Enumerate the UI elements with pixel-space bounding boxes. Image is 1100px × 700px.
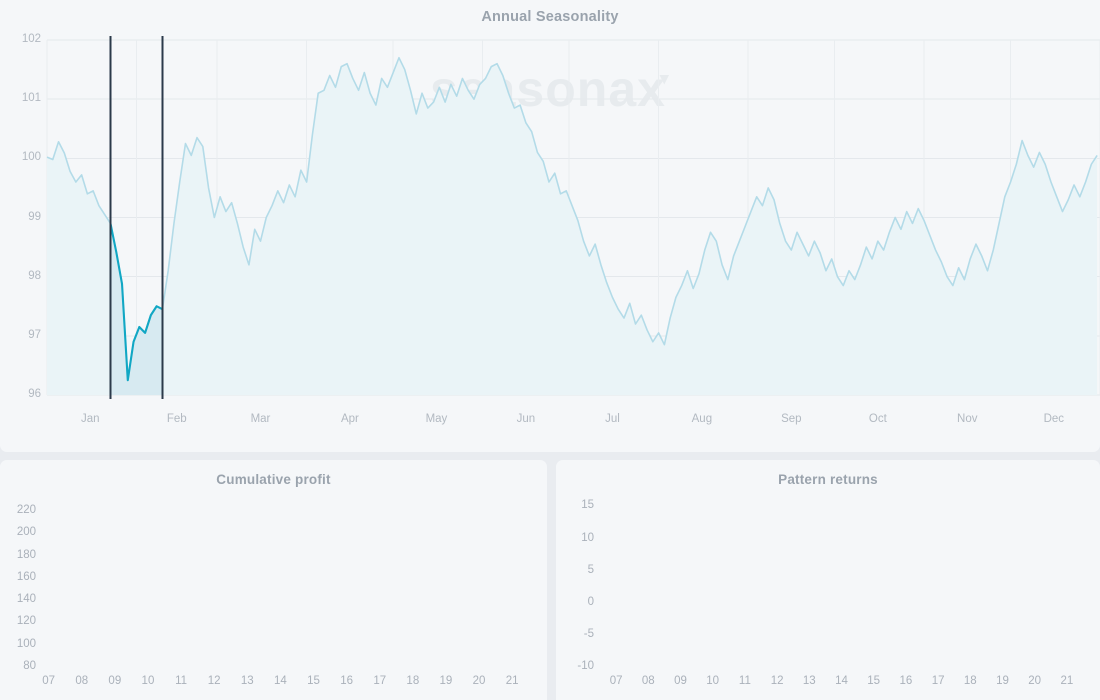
cumulative-y-tick-200: 200 [16,526,36,539]
cumulative-y-tick-120: 120 [16,615,36,628]
pattern-x-tick-16: 16 [899,675,913,687]
cumulative-x-tick-07: 07 [42,675,55,687]
seasonality-x-tick-mar: Mar [250,413,271,425]
cumulative-y-tick-220: 220 [16,504,36,517]
seasonality-y-tick-102: 102 [21,33,41,45]
seasonality-x-tick-nov: Nov [957,413,978,425]
seasonality-plot[interactable] [46,36,1100,399]
seasonality-x-tick-jun: Jun [516,413,536,425]
seasonality-x-tick-sep: Sep [781,413,802,425]
pattern-x-tick-19: 19 [996,675,1009,687]
pattern-y-tick-neg10: -10 [577,660,594,672]
seasonality-y-tick-99: 99 [28,210,41,223]
cumulative-x-tick-10: 10 [141,675,155,687]
seasonality-x-tick-jul: Jul [605,413,620,425]
pattern-x-tick-09: 09 [674,675,687,687]
pattern-x-tick-10: 10 [706,675,720,687]
cumulative-x-tick-15: 15 [307,675,320,687]
pattern-y-tick-neg5: -5 [583,627,594,640]
seasonality-y-tick-101: 101 [21,92,41,105]
cumulative-x-tick-16: 16 [340,675,353,687]
pattern-x-tick-18: 18 [963,675,977,687]
pattern-x-tick-07: 07 [609,675,623,687]
seasonality-y-tick-100: 100 [21,151,41,164]
cumulative-x-tick-13: 13 [240,675,254,687]
cumulative-x-tick-11: 11 [175,675,188,687]
pattern-x-tick-13: 13 [802,675,816,687]
seasonality-x-tick-apr: Apr [340,413,359,425]
cumulative-x-tick-17: 17 [373,675,387,687]
pattern-x-tick-08: 08 [641,675,655,687]
seasonality-y-tick-96: 96 [28,388,41,400]
pattern-returns-panel: Pattern returns 15 10 5 0 -5 -10 07 08 09 10 11 12 1… [556,460,1100,700]
cumulative-y-tick-180: 180 [16,548,36,561]
pattern-x-tick-15: 15 [867,675,881,687]
pattern-returns-title: Pattern returns [778,472,878,487]
cumulative-x-tick-08: 08 [75,675,89,687]
seasonality-x-tick-may: May [425,413,448,425]
cumulative-y-tick-100: 100 [16,637,36,650]
pattern-y-tick-5: 5 [587,563,594,576]
pattern-x-tick-11: 11 [738,675,751,687]
pattern-x-tick-12: 12 [770,675,784,687]
seasonality-x-tick-aug: Aug [691,413,713,425]
pattern-x-tick-17: 17 [931,675,945,687]
cumulative-x-tick-21: 21 [505,675,519,687]
cumulative-profit-panel: Cumulative profit 220 200 180 160 140 120 100 8… [0,460,547,700]
pattern-x-tick-20: 20 [1028,675,1042,687]
pattern-y-tick-15: 15 [581,499,594,512]
cumulative-x-tick-14: 14 [273,675,287,687]
cumulative-x-tick-09: 09 [108,675,122,687]
page-title: Annual Seasonality [481,9,619,25]
seasonality-x-tick-oct: Oct [868,413,887,425]
pattern-y-tick-0: 0 [587,595,594,608]
seasonality-y-tick-98: 98 [28,269,41,282]
cumulative-x-tick-12: 12 [207,675,221,687]
cumulative-x-tick-18: 18 [406,675,420,687]
pattern-x-tick-14: 14 [835,675,848,687]
pattern-y-tick-10: 10 [581,531,594,544]
annual-seasonality-panel: Annual Seasonality seasonax▾ 102 101 100 99… [0,0,1100,452]
seasonality-x-tick-feb: Feb [166,413,187,425]
seasonality-y-tick-97: 97 [28,328,41,341]
cumulative-x-tick-19: 19 [439,675,453,687]
cumulative-y-tick-80: 80 [23,660,36,672]
cumulative-y-tick-140: 140 [16,593,36,606]
seasonality-x-tick-dec: Dec [1043,413,1065,425]
cumulative-profit-title: Cumulative profit [216,472,331,487]
pattern-x-tick-21: 21 [1060,675,1074,687]
cumulative-y-tick-160: 160 [16,570,36,583]
seasonality-x-tick-jan: Jan [80,413,100,425]
seasonax-dashboard: Annual Seasonality seasonax▾ 102 101 100 99… [0,0,1100,700]
cumulative-x-tick-20: 20 [472,675,486,687]
seasonality-svg[interactable] [46,36,1100,399]
